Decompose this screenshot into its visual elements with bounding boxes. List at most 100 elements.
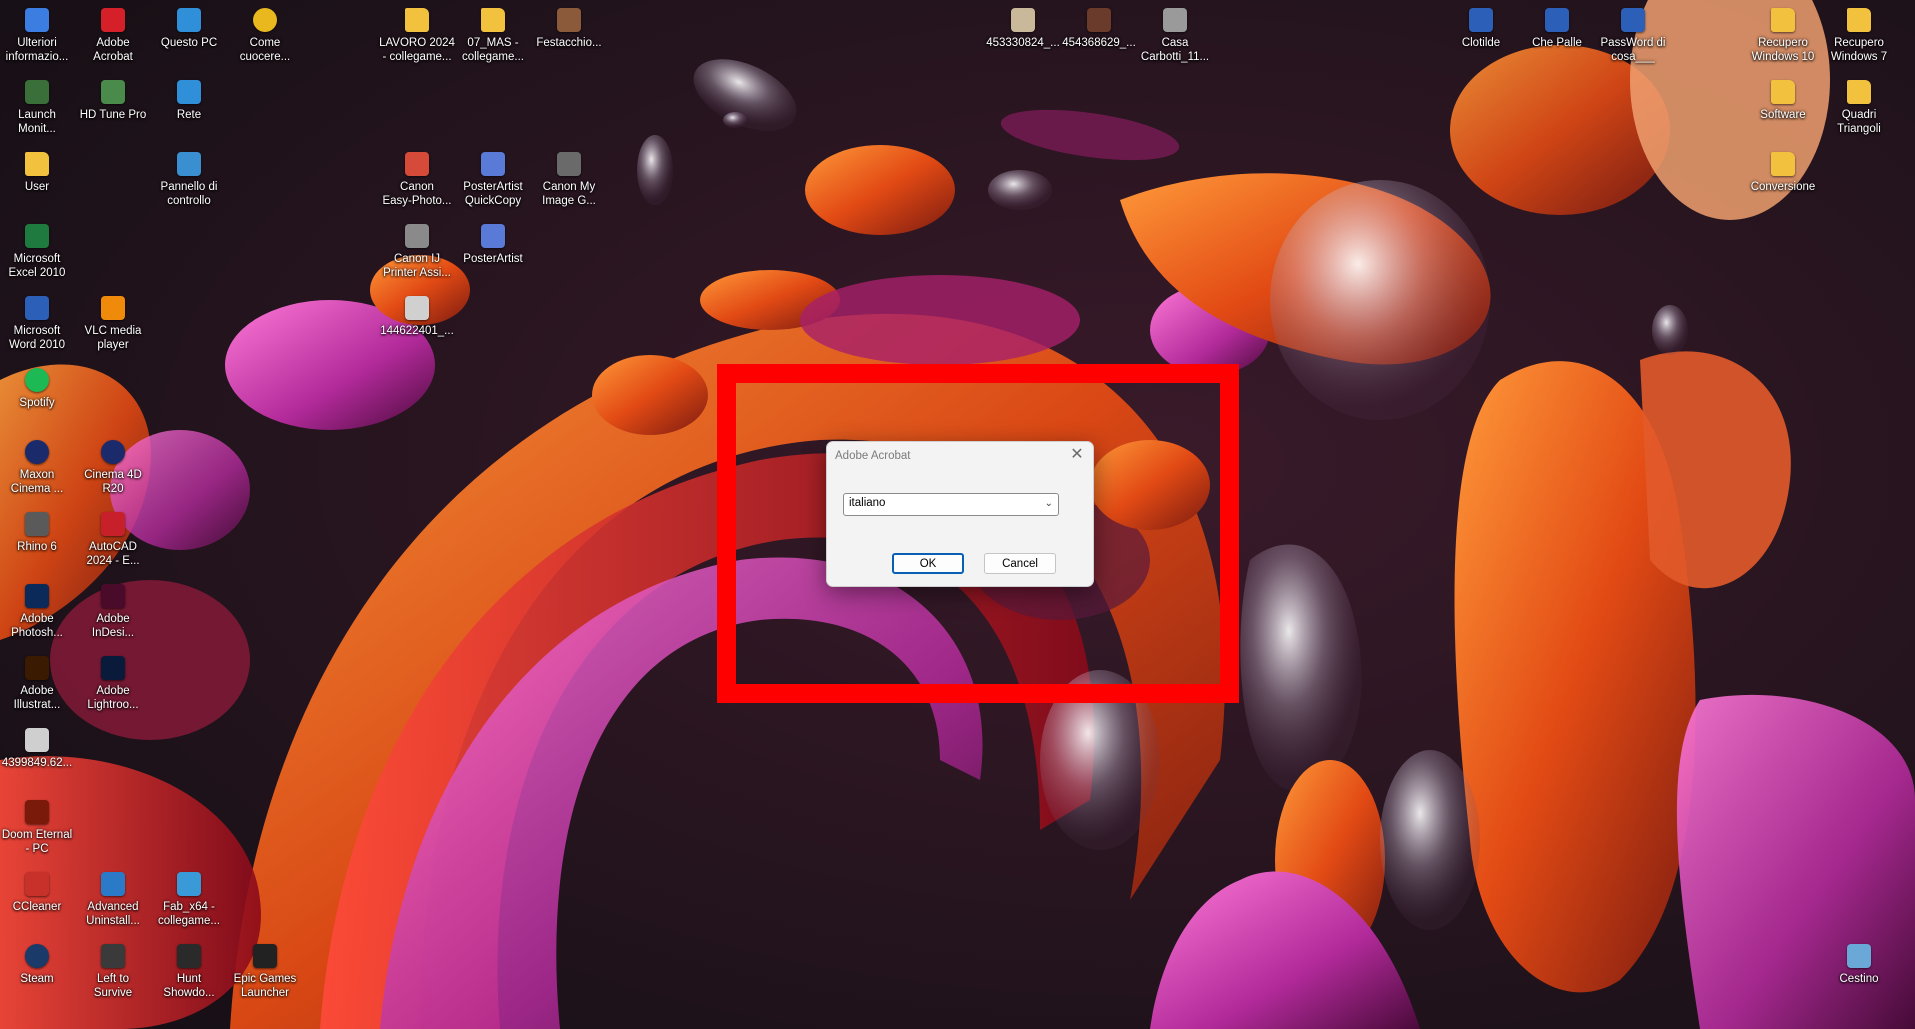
desktop-icon-label: Adobe Lightroo... (87, 685, 139, 711)
desktop-icon-label: Quadri Triangoli (1837, 109, 1881, 135)
desktop-icon[interactable]: Microsoft Excel 2010 (0, 218, 75, 286)
cinema4d-icon (25, 440, 49, 464)
desktop-icon[interactable]: User (0, 146, 75, 214)
desktop-icon[interactable]: Recupero Windows 7 (1821, 2, 1897, 70)
folder-icon (25, 152, 49, 176)
desktop-icon[interactable]: 454368629_... (1061, 2, 1137, 70)
desktop-icon[interactable]: Clotilde (1443, 2, 1519, 70)
desktop-icon[interactable]: Steam (0, 938, 75, 1006)
network-icon (177, 80, 201, 104)
desktop-icon-label: Adobe InDesi... (91, 613, 135, 639)
desktop-icon[interactable]: Rete (151, 74, 227, 142)
desktop-icon[interactable]: PassWord di cosa___ (1595, 2, 1671, 70)
desktop-icon[interactable]: Adobe InDesi... (75, 578, 151, 646)
desktop-icon[interactable]: Adobe Photosh... (0, 578, 75, 646)
desktop-icon-label: 07_MAS - collegame... (461, 37, 524, 63)
autocad-icon (101, 512, 125, 536)
desktop-icon[interactable]: Maxon Cinema ... (0, 434, 75, 502)
desktop-icon[interactable]: Adobe Illustrat... (0, 650, 75, 718)
desktop-icon-label: Rhino 6 (17, 541, 57, 553)
canon-icon (405, 152, 429, 176)
desktop-icon[interactable]: Cestino (1821, 938, 1897, 1006)
desktop-icon[interactable]: Fab_x64 - collegame... (151, 866, 227, 934)
desktop-icon-label: 454368629_... (1062, 37, 1136, 49)
desktop-icon-label: Che Palle (1532, 37, 1582, 49)
epic-games-icon (253, 944, 277, 968)
image-icon (25, 728, 49, 752)
desktop-icon-label: Steam (20, 973, 54, 985)
dialog-title: Adobe Acrobat (835, 450, 911, 462)
desktop-icon[interactable]: Recupero Windows 10 (1745, 2, 1821, 70)
desktop-icon[interactable]: Launch Monit... (0, 74, 75, 142)
desktop-icon-label: Left to Survive (93, 973, 133, 999)
desktop-icon[interactable]: CCleaner (0, 866, 75, 934)
desktop-icon[interactable]: PosterArtist QuickCopy (455, 146, 531, 214)
image-icon (557, 8, 581, 32)
desktop-icon-label: Fab_x64 - collegame... (157, 901, 220, 927)
desktop-icon[interactable]: Cinema 4D R20 (75, 434, 151, 502)
desktop-icon[interactable]: AutoCAD 2024 - E... (75, 506, 151, 574)
desktop-icon[interactable]: HD Tune Pro (75, 74, 151, 142)
cinema4d-icon (101, 440, 125, 464)
desktop-icon[interactable]: Quadri Triangoli (1821, 74, 1897, 142)
desktop-icon-label: 4399849.62... (1, 757, 73, 769)
desktop-icon[interactable]: Canon My Image G... (531, 146, 607, 214)
steam-icon (25, 944, 49, 968)
desktop-icon[interactable]: Software (1745, 74, 1821, 142)
close-icon[interactable]: ✕ (1068, 446, 1086, 464)
desktop-icon[interactable]: 07_MAS - collegame... (455, 2, 531, 70)
desktop-icon[interactable]: Adobe Acrobat (75, 2, 151, 70)
desktop-icon[interactable]: Hunt Showdo... (151, 938, 227, 1006)
desktop-icon-label: PassWord di cosa___ (1600, 37, 1666, 63)
image-icon (1087, 8, 1111, 32)
desktop-icon[interactable]: Doom Eternal - PC (0, 794, 75, 862)
desktop-icon[interactable]: Conversione (1745, 146, 1821, 214)
desktop-icon-label: PosterArtist QuickCopy (463, 181, 523, 207)
image-icon (405, 296, 429, 320)
desktop-icon[interactable]: Microsoft Word 2010 (0, 290, 75, 358)
desktop-icon[interactable]: Casa Carbotti_11... (1137, 2, 1213, 70)
ccleaner-icon (25, 872, 49, 896)
desktop-icon[interactable]: Canon Easy-Photo... (379, 146, 455, 214)
desktop-icon[interactable]: Ulteriori informazio... (0, 2, 75, 70)
desktop-icon[interactable]: Canon IJ Printer Assi... (379, 218, 455, 286)
desktop-icon-label: Adobe Photosh... (11, 613, 63, 639)
cancel-button[interactable]: Cancel (984, 553, 1056, 574)
desktop-icon[interactable]: VLC media player (75, 290, 151, 358)
ok-button[interactable]: OK (892, 553, 964, 574)
desktop-icon-label: Spotify (19, 397, 55, 409)
desktop-icon-label: Come cuocere... (239, 37, 291, 63)
desktop-icon-label: Canon Easy-Photo... (382, 181, 452, 207)
desktop-icon[interactable]: Come cuocere... (227, 2, 303, 70)
desktop-icon[interactable]: Rhino 6 (0, 506, 75, 574)
desktop-icon-label: User (24, 181, 50, 193)
desktop-icon-label: Casa Carbotti_11... (1140, 37, 1210, 63)
hdtune-icon (101, 80, 125, 104)
desktop-icon[interactable]: LAVORO 2024 - collegame... (379, 2, 455, 70)
desktop-icon[interactable]: Pannello di controllo (151, 146, 227, 214)
desktop-icon[interactable]: Che Palle (1519, 2, 1595, 70)
desktop-icon[interactable]: Festacchio... (531, 2, 607, 70)
desktop-icon[interactable]: PosterArtist (455, 218, 531, 286)
word-doc-icon (1545, 8, 1569, 32)
folder-icon (481, 8, 505, 32)
desktop-icon-label: Microsoft Word 2010 (8, 325, 66, 351)
desktop-icon[interactable]: Epic Games Launcher (227, 938, 303, 1006)
canon-image-icon (557, 152, 581, 176)
folder-icon (1847, 8, 1871, 32)
desktop-icon[interactable]: 453330824_... (985, 2, 1061, 70)
desktop-icon[interactable]: 144622401_... (379, 290, 455, 358)
illustrator-icon (25, 656, 49, 680)
desktop-icon[interactable]: 4399849.62... (0, 722, 75, 790)
chrome-icon (253, 8, 277, 32)
desktop-icon[interactable]: Spotify (0, 362, 75, 430)
desktop-icon-label: Recupero Windows 7 (1830, 37, 1888, 63)
fab-icon (177, 872, 201, 896)
desktop-icon[interactable]: Advanced Uninstall... (75, 866, 151, 934)
language-dropdown[interactable]: italiano ⌄ (843, 493, 1059, 516)
desktop-icon[interactable]: Questo PC (151, 2, 227, 70)
computer-icon (177, 8, 201, 32)
desktop-icon[interactable]: Left to Survive (75, 938, 151, 1006)
folder-icon (1847, 80, 1871, 104)
desktop-icon[interactable]: Adobe Lightroo... (75, 650, 151, 718)
